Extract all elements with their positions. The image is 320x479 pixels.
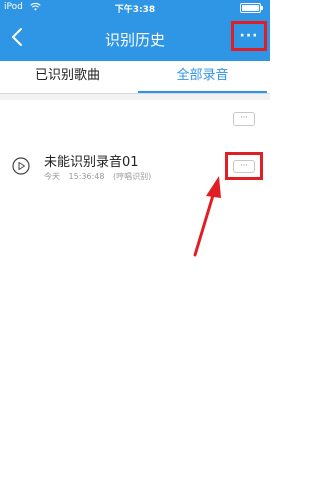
recording-more-button[interactable]: ··· xyxy=(225,152,263,180)
app-header: iPod 下午3:38 识别历史 ··· xyxy=(0,0,270,61)
recording-tag: (哼唱识别) xyxy=(113,172,152,181)
tab-recognized-songs[interactable]: 已识别歌曲 xyxy=(0,61,135,94)
status-time: 下午3:38 xyxy=(114,5,156,15)
more-dots-icon: ··· xyxy=(239,28,259,44)
play-icon[interactable] xyxy=(12,157,30,175)
red-arrow-annotation xyxy=(193,176,221,257)
header-more-button[interactable]: ··· xyxy=(231,21,267,51)
page-title: 识别历史 xyxy=(104,31,165,49)
more-dots-icon: ··· xyxy=(233,159,255,173)
status-bar: iPod 下午3:38 xyxy=(0,0,270,16)
tab-bar: 已识别歌曲 全部录音 xyxy=(0,61,270,94)
recording-title: 未能识别录音01 xyxy=(44,155,139,170)
tab-all-recordings[interactable]: 全部录音 xyxy=(135,61,270,94)
recording-meta: 今天 15:36:48 (哼唱识别) xyxy=(44,171,157,182)
active-tab-indicator xyxy=(138,91,267,93)
battery-icon xyxy=(240,3,263,13)
section-divider xyxy=(0,94,270,100)
recording-time: 15:36:48 xyxy=(68,172,105,181)
list-more-button[interactable]: ··· xyxy=(233,112,255,126)
recording-date: 今天 xyxy=(44,172,60,181)
